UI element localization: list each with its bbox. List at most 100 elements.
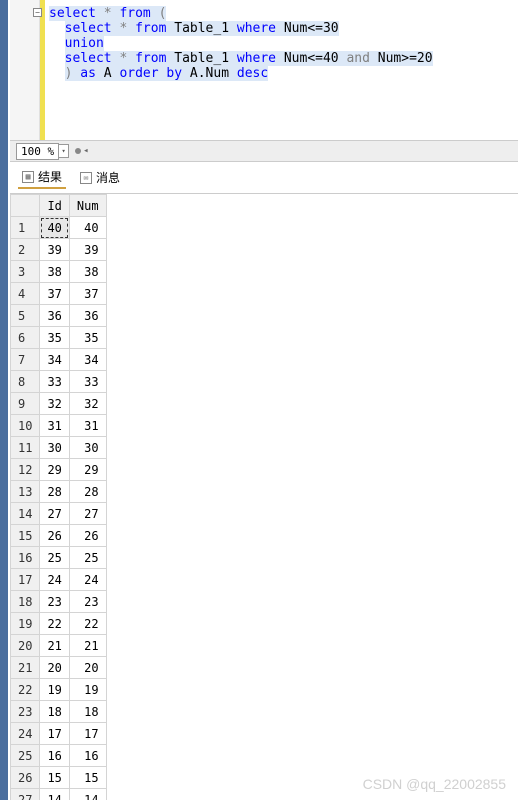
- row-number[interactable]: 9: [11, 393, 40, 415]
- table-row[interactable]: 33838: [11, 261, 107, 283]
- cell-num[interactable]: 31: [69, 415, 106, 437]
- row-number[interactable]: 10: [11, 415, 40, 437]
- cell-num[interactable]: 25: [69, 547, 106, 569]
- sql-editor[interactable]: − select * from ( select * from Table_1 …: [10, 0, 518, 140]
- cell-num[interactable]: 33: [69, 371, 106, 393]
- cell-num[interactable]: 15: [69, 767, 106, 789]
- row-number[interactable]: 11: [11, 437, 40, 459]
- cell-id[interactable]: 38: [40, 261, 69, 283]
- table-row[interactable]: 162525: [11, 547, 107, 569]
- row-number[interactable]: 8: [11, 371, 40, 393]
- cell-id[interactable]: 21: [40, 635, 69, 657]
- row-number[interactable]: 24: [11, 723, 40, 745]
- row-number[interactable]: 18: [11, 591, 40, 613]
- row-number[interactable]: 12: [11, 459, 40, 481]
- cell-num[interactable]: 36: [69, 305, 106, 327]
- code-area[interactable]: − select * from ( select * from Table_1 …: [45, 0, 518, 140]
- cell-num[interactable]: 26: [69, 525, 106, 547]
- cell-id[interactable]: 36: [40, 305, 69, 327]
- row-number[interactable]: 1: [11, 217, 40, 239]
- table-row[interactable]: 192222: [11, 613, 107, 635]
- tab-messages[interactable]: ✉ 消息: [76, 166, 124, 189]
- row-number[interactable]: 19: [11, 613, 40, 635]
- cell-id[interactable]: 27: [40, 503, 69, 525]
- cell-id[interactable]: 24: [40, 569, 69, 591]
- table-row[interactable]: 241717: [11, 723, 107, 745]
- cell-id[interactable]: 35: [40, 327, 69, 349]
- row-number[interactable]: 7: [11, 349, 40, 371]
- cell-id[interactable]: 33: [40, 371, 69, 393]
- table-row[interactable]: 202121: [11, 635, 107, 657]
- table-row[interactable]: 23939: [11, 239, 107, 261]
- row-number[interactable]: 4: [11, 283, 40, 305]
- col-id[interactable]: Id: [40, 195, 69, 217]
- col-num[interactable]: Num: [69, 195, 106, 217]
- cell-num[interactable]: 38: [69, 261, 106, 283]
- row-number[interactable]: 14: [11, 503, 40, 525]
- table-row[interactable]: 43737: [11, 283, 107, 305]
- cell-id[interactable]: 16: [40, 745, 69, 767]
- cell-id[interactable]: 31: [40, 415, 69, 437]
- row-number[interactable]: 16: [11, 547, 40, 569]
- row-number[interactable]: 23: [11, 701, 40, 723]
- scroll-left-icon[interactable]: ◂: [83, 146, 88, 156]
- zoom-dropdown-icon[interactable]: ▾: [59, 144, 69, 158]
- row-number[interactable]: 3: [11, 261, 40, 283]
- cell-num[interactable]: 19: [69, 679, 106, 701]
- cell-num[interactable]: 29: [69, 459, 106, 481]
- table-row[interactable]: 172424: [11, 569, 107, 591]
- code-line-5[interactable]: ) as A order by A.Num desc: [49, 66, 514, 81]
- table-row[interactable]: 73434: [11, 349, 107, 371]
- row-number[interactable]: 21: [11, 657, 40, 679]
- cell-num[interactable]: 14: [69, 789, 106, 800]
- cell-num[interactable]: 24: [69, 569, 106, 591]
- cell-id[interactable]: 20: [40, 657, 69, 679]
- cell-id[interactable]: 15: [40, 767, 69, 789]
- row-number[interactable]: 13: [11, 481, 40, 503]
- cell-num[interactable]: 32: [69, 393, 106, 415]
- table-row[interactable]: 231818: [11, 701, 107, 723]
- table-row[interactable]: 103131: [11, 415, 107, 437]
- table-row[interactable]: 261515: [11, 767, 107, 789]
- table-row[interactable]: 212020: [11, 657, 107, 679]
- row-number[interactable]: 27: [11, 789, 40, 800]
- table-row[interactable]: 113030: [11, 437, 107, 459]
- cell-num[interactable]: 27: [69, 503, 106, 525]
- cell-id[interactable]: 37: [40, 283, 69, 305]
- cell-num[interactable]: 40: [69, 217, 106, 239]
- cell-id[interactable]: 40: [40, 217, 69, 239]
- row-number[interactable]: 2: [11, 239, 40, 261]
- cell-id[interactable]: 29: [40, 459, 69, 481]
- splitter-dot[interactable]: [75, 148, 81, 154]
- cell-num[interactable]: 30: [69, 437, 106, 459]
- cell-num[interactable]: 20: [69, 657, 106, 679]
- cell-id[interactable]: 23: [40, 591, 69, 613]
- row-number[interactable]: 26: [11, 767, 40, 789]
- table-row[interactable]: 271414: [11, 789, 107, 800]
- cell-id[interactable]: 26: [40, 525, 69, 547]
- row-number[interactable]: 15: [11, 525, 40, 547]
- row-number[interactable]: 20: [11, 635, 40, 657]
- code-line-3[interactable]: union: [49, 36, 514, 51]
- table-row[interactable]: 63535: [11, 327, 107, 349]
- cell-id[interactable]: 25: [40, 547, 69, 569]
- code-line-4[interactable]: select * from Table_1 where Num<=40 and …: [49, 51, 514, 66]
- code-line-1[interactable]: select * from (: [49, 6, 514, 21]
- cell-num[interactable]: 21: [69, 635, 106, 657]
- tab-results[interactable]: ▦ 结果: [18, 166, 66, 189]
- cell-id[interactable]: 17: [40, 723, 69, 745]
- cell-id[interactable]: 19: [40, 679, 69, 701]
- cell-num[interactable]: 16: [69, 745, 106, 767]
- cell-id[interactable]: 39: [40, 239, 69, 261]
- cell-num[interactable]: 37: [69, 283, 106, 305]
- row-number[interactable]: 25: [11, 745, 40, 767]
- cell-num[interactable]: 35: [69, 327, 106, 349]
- code-line-2[interactable]: select * from Table_1 where Num<=30: [49, 21, 514, 36]
- cell-id[interactable]: 18: [40, 701, 69, 723]
- cell-num[interactable]: 28: [69, 481, 106, 503]
- grid-corner[interactable]: [11, 195, 40, 217]
- table-row[interactable]: 14040: [11, 217, 107, 239]
- zoom-select[interactable]: 100 %: [16, 143, 59, 160]
- cell-num[interactable]: 17: [69, 723, 106, 745]
- cell-id[interactable]: 32: [40, 393, 69, 415]
